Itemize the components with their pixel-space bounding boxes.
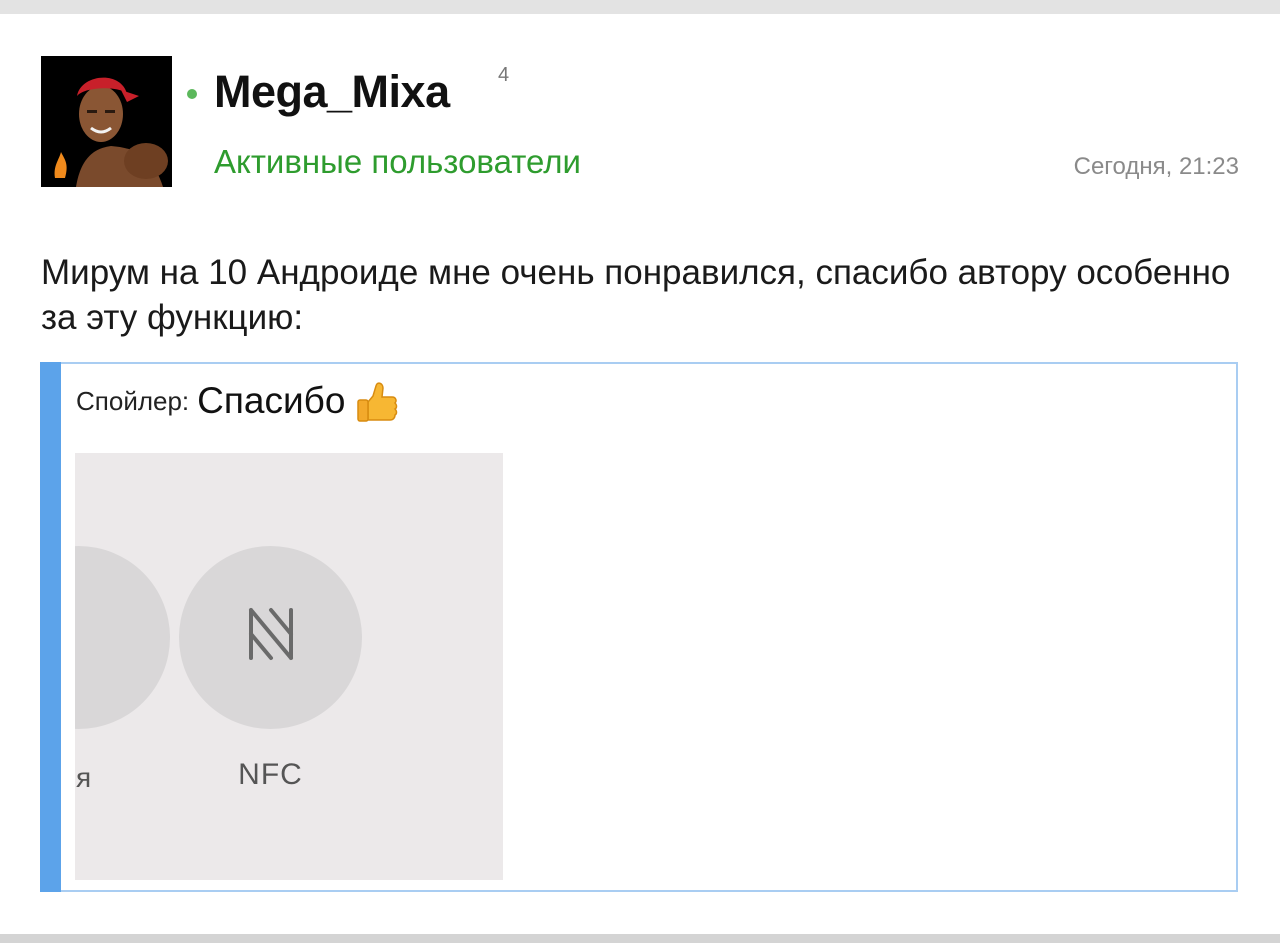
avatar[interactable] — [41, 56, 172, 187]
spoiler-header[interactable]: Спойлер: Спасибо — [76, 378, 399, 424]
online-status-dot — [187, 89, 197, 99]
thumbs-up-icon — [357, 382, 398, 422]
nfc-quick-tile — [179, 546, 362, 729]
spoiler-label: Спойлер: — [76, 385, 190, 416]
bottom-divider — [0, 934, 1280, 943]
author-username[interactable]: Mega_Mixa — [214, 66, 450, 118]
spoiler-accent-bar — [40, 362, 61, 892]
author-rank-number: 4 — [498, 64, 510, 86]
post-text: Мирум на 10 Андроиде мне очень понравилс… — [41, 253, 1231, 337]
quick-tile-partial — [75, 546, 170, 729]
author-group: Активные пользователи — [214, 143, 581, 180]
avatar-image — [41, 56, 172, 187]
post-timestamp[interactable]: Сегодня, 21:23 — [1074, 153, 1239, 181]
nfc-tile-label: NFC — [238, 758, 303, 791]
spoiler-title: Спасибо — [197, 380, 346, 421]
quick-tile-partial-label: я — [76, 762, 92, 793]
nfc-icon — [249, 608, 293, 660]
spoiler-screenshot[interactable]: я NFC — [75, 453, 503, 880]
